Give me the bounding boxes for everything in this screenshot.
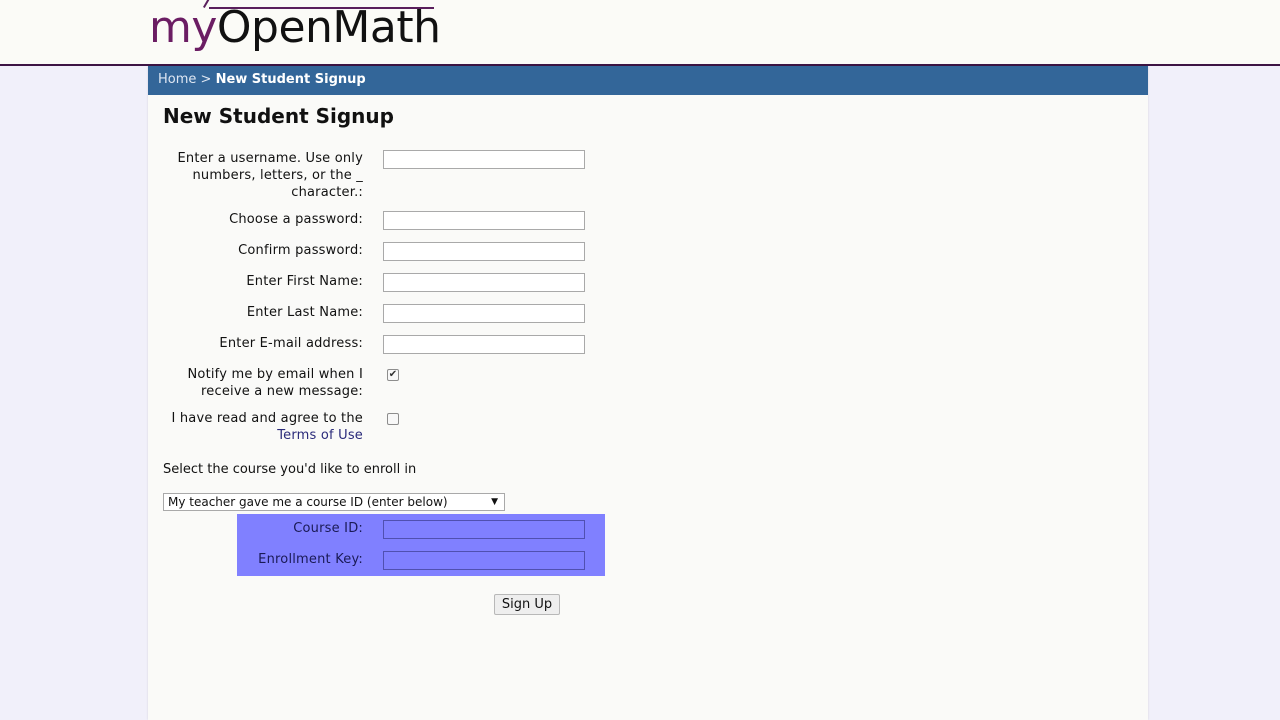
terms-of-use-link[interactable]: Terms of Use	[277, 428, 363, 443]
username-input[interactable]	[383, 150, 585, 169]
course-select-dropdown[interactable]: My teacher gave me a course ID (enter be…	[163, 493, 505, 511]
last-name-label: Enter Last Name:	[246, 305, 363, 320]
breadcrumb-home-link[interactable]: Home	[158, 72, 196, 87]
breadcrumb-current: New Student Signup	[215, 72, 366, 87]
confirm-password-input[interactable]	[383, 242, 585, 261]
course-id-input[interactable]	[383, 520, 585, 539]
agree-terms-checkbox[interactable]	[387, 413, 399, 425]
agree-label-text: I have read and agree to the	[171, 411, 363, 426]
course-select-value: My teacher gave me a course ID (enter be…	[168, 495, 448, 509]
logo-my: my	[149, 2, 217, 53]
first-name-label: Enter First Name:	[246, 274, 363, 289]
myopenmath-logo[interactable]: myOpenMath	[149, 0, 441, 54]
password-label: Choose a password:	[229, 212, 363, 227]
logo-openmath: OpenMath	[216, 2, 441, 53]
agree-label: I have read and agree to the Terms of Us…	[163, 410, 363, 444]
checkmark-icon: ✔	[388, 369, 398, 380]
course-id-section: Course ID: Enrollment Key:	[237, 514, 605, 576]
email-input[interactable]	[383, 335, 585, 354]
page-title: New Student Signup	[163, 104, 394, 128]
course-id-label: Course ID:	[293, 521, 363, 536]
sign-up-button[interactable]: Sign Up	[494, 594, 560, 615]
main-content: Home > New Student Signup New Student Si…	[148, 66, 1148, 720]
first-name-input[interactable]	[383, 273, 585, 292]
confirm-password-label: Confirm password:	[238, 243, 363, 258]
enrollment-key-label: Enrollment Key:	[258, 552, 363, 567]
course-select-prompt: Select the course you'd like to enroll i…	[163, 462, 417, 477]
breadcrumb-separator: >	[196, 72, 216, 87]
enrollment-key-input[interactable]	[383, 551, 585, 570]
notify-checkbox[interactable]: ✔	[387, 369, 399, 381]
password-input[interactable]	[383, 211, 585, 230]
logo-hat-line	[209, 7, 434, 9]
dropdown-arrow-icon: ▼	[491, 497, 498, 507]
email-label: Enter E-mail address:	[219, 336, 363, 351]
breadcrumb: Home > New Student Signup	[148, 66, 1148, 95]
username-label: Enter a username. Use only numbers, lett…	[177, 151, 363, 200]
notify-label: Notify me by email when I receive a new …	[187, 367, 363, 399]
site-header: myOpenMath	[0, 0, 1280, 66]
last-name-input[interactable]	[383, 304, 585, 323]
